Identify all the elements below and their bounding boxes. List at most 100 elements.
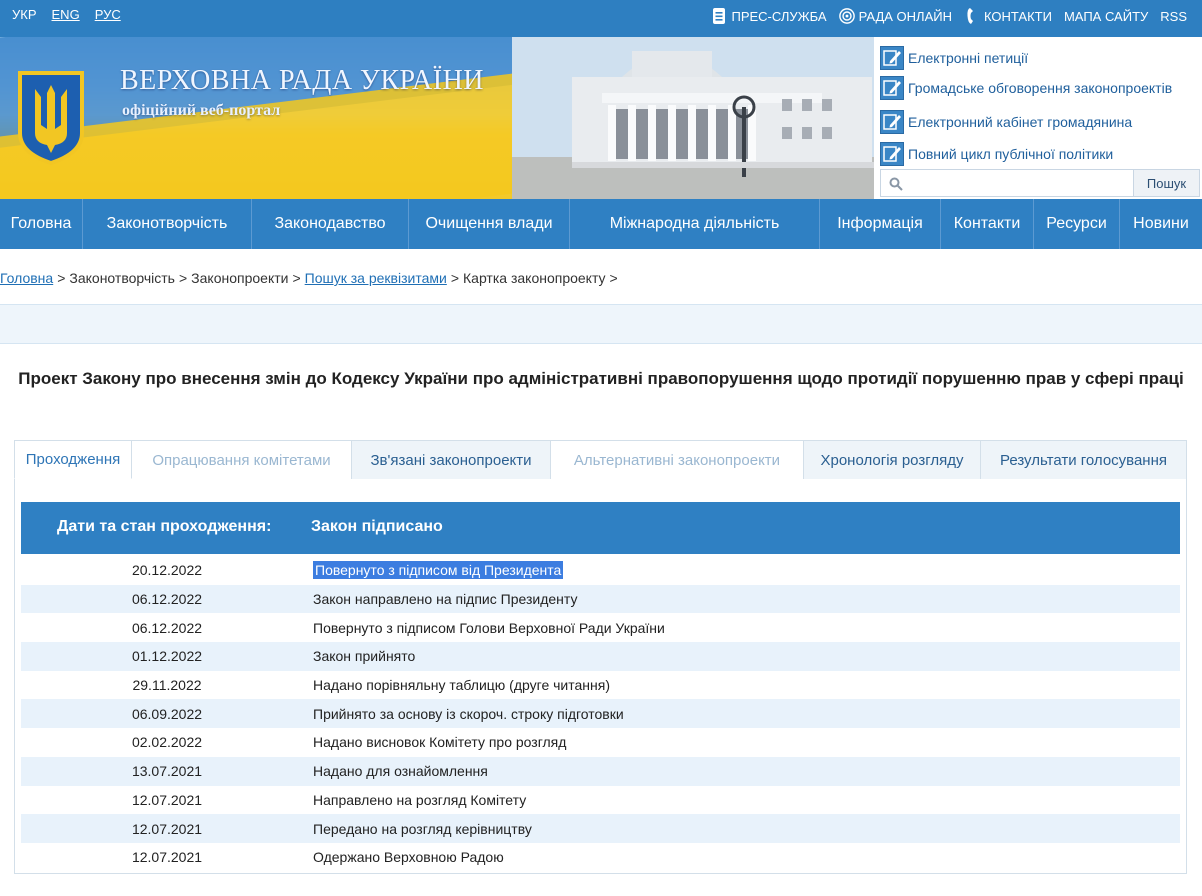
table-row: 02.02.2022 Надано висновок Комітету про … [21, 728, 1180, 757]
breadcrumb-search[interactable]: Пошук за реквізитами [305, 270, 447, 286]
tab-voting-results[interactable]: Результати голосування [981, 440, 1187, 479]
edit-icon [880, 46, 904, 70]
tab-committee-processing[interactable]: Опрацювання комітетами [132, 440, 352, 479]
contacts-top-label: КОНТАКТИ [984, 8, 1052, 24]
rada-online-link[interactable]: РАДА ОНЛАЙН [838, 7, 952, 25]
rss-link[interactable]: RSS [1160, 9, 1187, 24]
breadcrumb-separator: > [292, 270, 301, 286]
contacts-top-link[interactable]: КОНТАКТИ [964, 7, 1052, 25]
nav-item-lustration[interactable]: Очищення влади [409, 199, 570, 249]
sitemap-link[interactable]: МАПА САЙТУ [1064, 9, 1148, 24]
lang-eng-link[interactable]: ENG [52, 7, 80, 22]
press-service-label: ПРЕС-СЛУЖБА [731, 8, 827, 24]
table-row: 12.07.2021 Одержано Верховною Радою [21, 843, 1180, 872]
public-discussion-link[interactable]: Громадське обговорення законопроектів [880, 73, 1200, 103]
tab-related-bills[interactable]: Зв'язані законопроекти [352, 440, 551, 479]
nav-item-international[interactable]: Міжнародна діяльність [570, 199, 820, 249]
row-status: Передано на розгляд керівництву [313, 820, 532, 837]
public-policy-link[interactable]: Повний цикл публічної політики [880, 139, 1200, 169]
public-discussion-label: Громадське обговорення законопроектів [908, 80, 1173, 96]
row-status: Надано висновок Комітету про розгляд [313, 734, 567, 751]
portal-title: ВЕРХОВНА РАДА УКРАЇНИ [120, 65, 485, 96]
broadcast-icon [838, 8, 855, 24]
row-date: 06.09.2022 [131, 705, 203, 722]
row-date: 01.12.2022 [131, 648, 203, 665]
table-row: 20.12.2022 Повернуто з підписом від През… [21, 556, 1180, 585]
search-button[interactable]: Пошук [1133, 170, 1199, 196]
document-icon [713, 8, 726, 24]
row-status: Повернуто з підписом Голови Верховної Ра… [313, 619, 665, 636]
row-date: 20.12.2022 [131, 562, 203, 579]
row-date: 06.12.2022 [131, 619, 203, 636]
citizen-cabinet-link[interactable]: Електронний кабінет громадянина [880, 107, 1200, 137]
bill-title: Проект Закону про внесення змін до Кодек… [18, 369, 1184, 388]
table-row: 12.07.2021 Направлено на розгляд Комітет… [21, 786, 1180, 815]
row-date: 06.12.2022 [131, 591, 203, 608]
edit-icon [880, 110, 904, 134]
breadcrumb-bills: Законопроекти [191, 270, 289, 286]
info-strip [0, 304, 1202, 344]
breadcrumb-lawmaking: Законотворчість [69, 270, 175, 286]
row-status: Надано для ознайомлення [313, 763, 488, 780]
row-status: Одержано Верховною Радою [313, 849, 504, 866]
public-policy-label: Повний цикл публічної політики [908, 146, 1114, 162]
row-status: Закон прийнято [313, 648, 416, 665]
row-date: 12.07.2021 [131, 849, 203, 866]
bill-tabs: Проходження Опрацювання комітетами Зв'яз… [14, 440, 1187, 479]
row-status-cell: Повернуто з підписом від Президента [313, 561, 1180, 580]
table-row: 01.12.2022 Закон прийнято [21, 642, 1180, 671]
row-date: 12.07.2021 [131, 791, 203, 808]
language-switcher: УКР ENG РУС [12, 7, 121, 22]
lang-rus-link[interactable]: РУС [95, 7, 121, 22]
row-status: Закон направлено на підпис Президенту [313, 591, 578, 608]
row-status: Прийнято за основу із скороч. строку під… [313, 705, 624, 722]
main-nav: Головна Законотворчість Законодавство Оч… [0, 199, 1202, 249]
table-row: 06.09.2022 Прийнято за основу із скороч.… [21, 699, 1180, 729]
header-banner[interactable]: ВЕРХОВНА РАДА УКРАЇНИ офіційний веб-порт… [0, 37, 874, 199]
nav-item-resources[interactable]: Ресурси [1034, 199, 1120, 249]
phone-icon [967, 8, 973, 24]
nav-item-contacts[interactable]: Контакти [941, 199, 1034, 249]
breadcrumb-separator: > [178, 270, 188, 286]
breadcrumb-separator: > [450, 270, 460, 286]
table-header: Дати та стан проходження: Закон підписан… [21, 502, 1180, 554]
edit-icon [880, 76, 904, 100]
breadcrumb: Головна > Законотворчість > Законопроекти > По… [0, 270, 622, 286]
row-date: 29.11.2022 [132, 677, 202, 694]
table-row: 13.07.2021 Надано для ознайомлення [21, 756, 1180, 786]
breadcrumb-separator: > [609, 270, 618, 286]
nav-item-lawmaking[interactable]: Законотворчість [83, 199, 252, 249]
breadcrumb-home[interactable]: Головна [0, 270, 53, 286]
nav-item-information[interactable]: Інформація [820, 199, 941, 249]
press-service-link[interactable]: ПРЕС-СЛУЖБА [711, 7, 827, 25]
table-row: 29.11.2022 Надано порівняльну таблицю (д… [21, 671, 1180, 700]
row-date: 12.07.2021 [131, 820, 203, 837]
tab-review-chronology[interactable]: Хронологія розгляду [804, 440, 981, 479]
tab-passage[interactable]: Проходження [14, 440, 132, 479]
row-date: 13.07.2021 [131, 763, 203, 780]
table-row: 06.12.2022 Закон направлено на підпис Пр… [21, 584, 1180, 614]
tab-alternative-bills[interactable]: Альтернативні законопроекти [551, 440, 804, 479]
table-row: 06.12.2022 Повернуто з підписом Голови В… [21, 613, 1180, 642]
nav-item-news[interactable]: Новини [1120, 199, 1202, 249]
row-status: Надано порівняльну таблицю (друге читанн… [313, 677, 610, 694]
row-date: 02.02.2022 [131, 734, 203, 751]
header-side-links: Електронні петиції Громадське обговоренн… [880, 43, 1200, 169]
rada-online-label: РАДА ОНЛАЙН [858, 8, 952, 24]
breadcrumb-separator: > [57, 270, 66, 286]
passage-table: 20.12.2022 Повернуто з підписом від През… [21, 556, 1180, 872]
edit-icon [880, 142, 904, 166]
breadcrumb-bill-card: Картка законопроекту [463, 270, 606, 286]
search-input[interactable] [909, 172, 1129, 194]
top-bar: УКР ENG РУС ПРЕС-СЛУЖБА РАДА ОНЛАЙН КОНТ… [0, 0, 1202, 37]
e-petitions-label: Електронні петиції [908, 50, 1029, 66]
table-row: 12.07.2021 Передано на розгляд керівницт… [21, 814, 1180, 843]
site-search: Пошук [880, 169, 1200, 197]
status-column-header: Закон підписано [311, 518, 443, 535]
e-petitions-link[interactable]: Електронні петиції [880, 43, 1200, 73]
nav-item-home[interactable]: Головна [0, 199, 83, 249]
nav-item-legislation[interactable]: Законодавство [252, 199, 409, 249]
lang-ukr-link[interactable]: УКР [12, 7, 37, 22]
row-status-selected[interactable]: Повернуто з підписом від Президента [313, 561, 564, 580]
parliament-building-image [512, 37, 874, 199]
